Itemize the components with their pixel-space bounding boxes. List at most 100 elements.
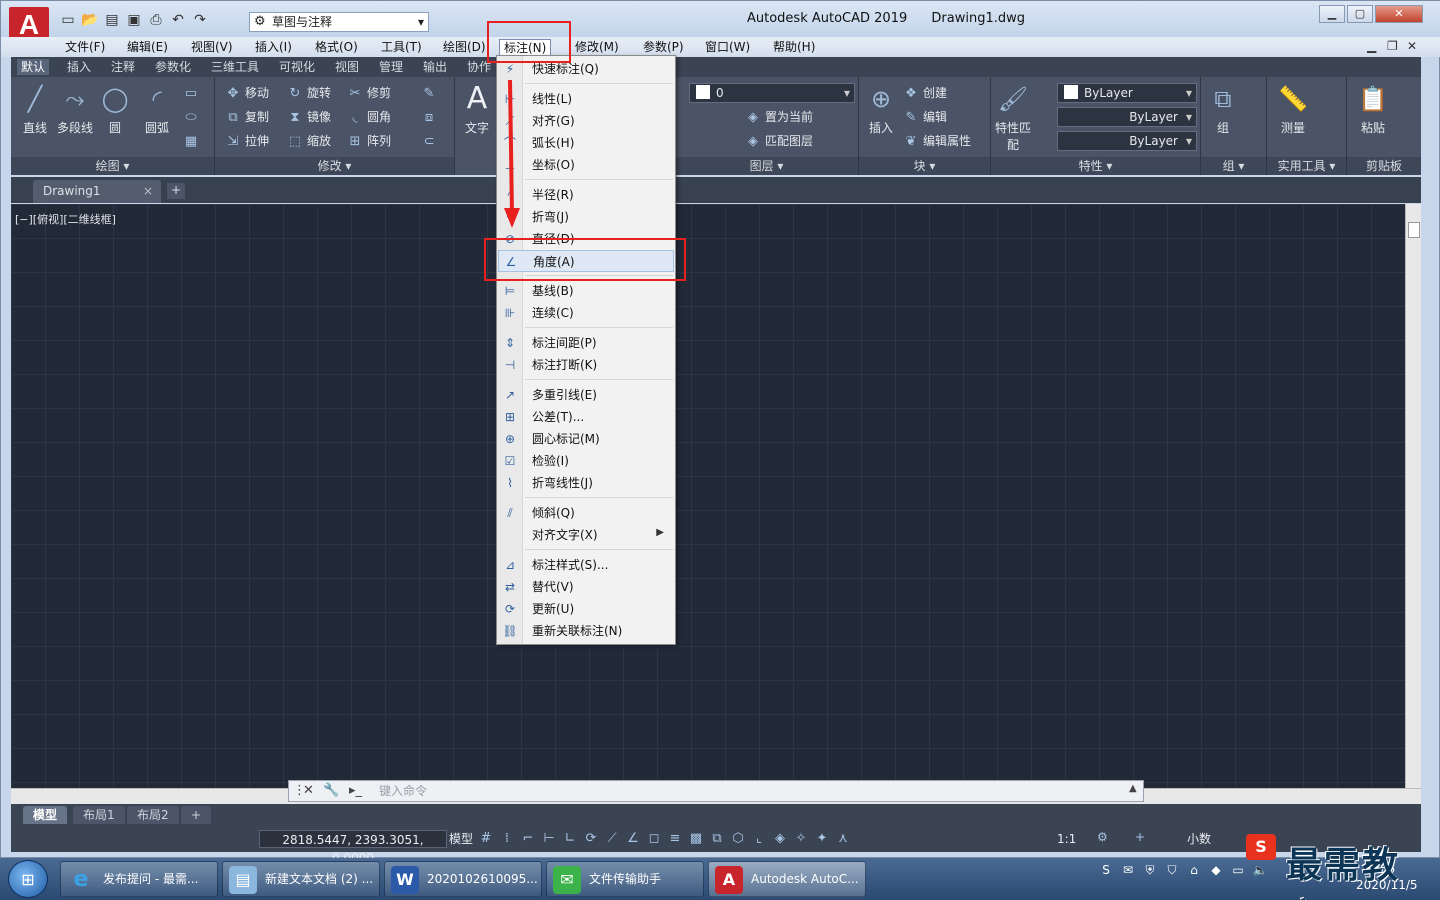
task-autocad[interactable]: A Autodesk AutoC... — [708, 861, 866, 897]
menu-item-center-mark[interactable]: ⊕ 圆心标记(M) — [498, 428, 674, 450]
tab-visualize[interactable]: 可视化 — [275, 59, 319, 75]
draw-panel-title[interactable]: 绘图 ▾ — [11, 157, 214, 175]
move-button[interactable]: ✥ 移动 — [225, 83, 269, 103]
menu-item-continue-dim[interactable]: ⊪ 连续(C) — [498, 302, 674, 324]
infer-icon[interactable]: ⌐ — [521, 830, 535, 848]
tab-parametric[interactable]: 参数化 — [151, 59, 195, 75]
add-layout-button[interactable]: + — [181, 806, 212, 824]
menu-draw[interactable]: 绘图(D) — [439, 39, 490, 55]
tab-output[interactable]: 输出 — [419, 59, 451, 75]
workspace-switch-icon[interactable]: ⚙ — [1097, 830, 1108, 844]
auto-scale-icon[interactable]: ✦ — [815, 830, 829, 848]
layer-dropdown[interactable]: 0 — [689, 83, 855, 103]
insert-block-tool[interactable]: ⊕ 插入 — [859, 83, 903, 136]
menu-item-tolerance[interactable]: ⊞ 公差(T)... — [498, 406, 674, 428]
close-icon[interactable]: ✕ — [303, 783, 314, 798]
drawing-canvas[interactable]: [−][俯视][二维线框] — [11, 204, 1405, 788]
menu-item-align-text[interactable]: 对齐文字(X) ▶ — [498, 524, 674, 546]
maximize-button[interactable]: ▢ — [1347, 5, 1373, 23]
menu-item-reassociate[interactable]: ⛓ 重新关联标注(N) — [498, 620, 674, 642]
color-dropdown[interactable]: ByLayer — [1057, 83, 1197, 103]
linetype-dropdown[interactable]: ByLayer — [1057, 107, 1197, 127]
array-button[interactable]: ⊞ 阵列 — [347, 131, 391, 151]
circle-tool[interactable]: ◯ 圆 — [93, 83, 137, 136]
task-browser[interactable]: e 发布提问 - 最需... — [60, 861, 218, 897]
menu-view[interactable]: 视图(V) — [187, 39, 237, 55]
menu-item-override[interactable]: ⇄ 替代(V) — [498, 576, 674, 598]
doc-minimize-button[interactable]: ▁ — [1367, 39, 1376, 53]
menu-item-baseline-dim[interactable]: ⊨ 基线(B) — [498, 280, 674, 302]
print-icon[interactable]: ⎙ — [147, 11, 165, 29]
gizmo-icon[interactable]: ◈ — [773, 830, 787, 848]
hatch-button[interactable]: ▦ — [183, 131, 203, 151]
tab-default[interactable]: 默认 — [17, 59, 50, 75]
annotation-scale-icon[interactable]: ⋏ — [836, 830, 850, 848]
task-word[interactable]: W 2020102610095... — [384, 861, 542, 897]
scroll-thumb[interactable] — [1408, 222, 1420, 238]
menu-item-update[interactable]: ⟳ 更新(U) — [498, 598, 674, 620]
lineweight-dropdown[interactable]: ByLayer — [1057, 131, 1197, 151]
copy-button[interactable]: ⧉ 复制 — [225, 107, 269, 127]
menu-item-dim-style[interactable]: ⊿ 标注样式(S)... — [498, 554, 674, 576]
viewport-controls[interactable]: [−][俯视][二维线框] — [15, 211, 116, 227]
isodraft-icon[interactable]: ⟋ — [605, 830, 619, 848]
erase-button[interactable]: ✎ — [421, 83, 441, 103]
new-tab-button[interactable]: + — [167, 183, 185, 199]
redo-icon[interactable]: ↷ — [191, 11, 209, 29]
network-icon[interactable]: ⌂ — [1186, 862, 1202, 878]
start-button[interactable]: ⊞ — [8, 860, 48, 898]
minimize-button[interactable]: ▁ — [1319, 5, 1345, 23]
polar-icon[interactable]: ⟳ — [584, 830, 598, 848]
arc-tool[interactable]: ◜ 圆弧 — [135, 83, 179, 136]
tab-layout2[interactable]: 布局2 — [127, 806, 179, 824]
snap-icon[interactable]: ⁞ — [500, 830, 514, 848]
menu-item-multileader[interactable]: ↗ 多重引线(E) — [498, 384, 674, 406]
menu-item-linear-dim[interactable]: ⊢线性(L) — [498, 88, 674, 110]
security-icon[interactable]: ⛨ — [1142, 862, 1158, 878]
menu-item-radius-dim[interactable]: ◜半径(R) — [498, 184, 674, 206]
menu-file[interactable]: 文件(F) — [61, 39, 109, 55]
tab-insert[interactable]: 插入 — [63, 59, 95, 75]
command-input[interactable]: 键入命令 — [349, 783, 1129, 799]
menu-item-dim-break[interactable]: ⊣ 标注打断(K) — [498, 354, 674, 376]
menu-format[interactable]: 格式(O) — [311, 39, 362, 55]
text-tool[interactable]: A 文字 — [455, 83, 499, 136]
tab-model[interactable]: 模型 — [23, 806, 68, 824]
create-block-button[interactable]: ❖ 创建 — [903, 83, 947, 103]
grid-icon[interactable]: # — [479, 830, 493, 848]
close-icon[interactable]: × — [143, 180, 153, 203]
menu-item-oblique[interactable]: ⫽ 倾斜(Q) — [498, 502, 674, 524]
save-icon[interactable]: ▤ — [103, 11, 121, 29]
menu-item-jogged-linear[interactable]: ⌇ 折弯线性(J) — [498, 472, 674, 494]
lineweight-icon[interactable]: ≡ — [668, 830, 682, 848]
menu-tools[interactable]: 工具(T) — [377, 39, 426, 55]
menu-window[interactable]: 窗口(W) — [701, 39, 754, 55]
task-notepad[interactable]: ▤ 新建文本文档 (2) ... — [222, 861, 380, 897]
fillet-button[interactable]: ◟ 圆角 — [347, 107, 391, 127]
ellipse-button[interactable]: ⬭ — [183, 107, 203, 127]
doc-close-button[interactable]: ✕ — [1407, 39, 1417, 53]
vertical-scrollbar[interactable] — [1405, 204, 1421, 788]
wechat-tray-icon[interactable]: ✉ — [1120, 862, 1136, 878]
modify-panel-title[interactable]: 修改 ▾ — [215, 157, 454, 175]
wrench-icon[interactable]: 🔧 — [323, 783, 339, 798]
display-icon[interactable]: ▭ — [1230, 862, 1246, 878]
scale-button[interactable]: ⬚ 缩放 — [287, 131, 331, 151]
rectangle-button[interactable]: ▭ — [183, 83, 203, 103]
line-tool[interactable]: ╱ 直线 — [13, 83, 57, 136]
ime-icon[interactable]: S — [1098, 862, 1114, 878]
trim-button[interactable]: ✂ 修剪 — [347, 83, 391, 103]
ucs-icon[interactable]: ⌞ — [752, 830, 766, 848]
chevron-up-icon[interactable]: ▲ — [1129, 783, 1137, 794]
menu-insert[interactable]: 插入(I) — [251, 39, 296, 55]
edit-attributes-button[interactable]: ❦ 编辑属性 — [903, 131, 971, 151]
menu-item-jogged-dim[interactable]: ↯折弯(J) — [498, 206, 674, 228]
menu-item-aligned-dim[interactable]: ⟋对齐(G) — [498, 110, 674, 132]
task-wechat[interactable]: ✉ 文件传输助手 — [546, 861, 704, 897]
polyline-tool[interactable]: ⤳ 多段线 — [53, 83, 97, 136]
mirror-button[interactable]: ⧗ 镜像 — [287, 107, 331, 127]
annotation-scale[interactable]: 1:1 — [1057, 830, 1076, 848]
3d-snap-icon[interactable]: ⬡ — [731, 830, 745, 848]
undo-icon[interactable]: ↶ — [169, 11, 187, 29]
selection-cycling-icon[interactable]: ⧉ — [710, 830, 724, 848]
